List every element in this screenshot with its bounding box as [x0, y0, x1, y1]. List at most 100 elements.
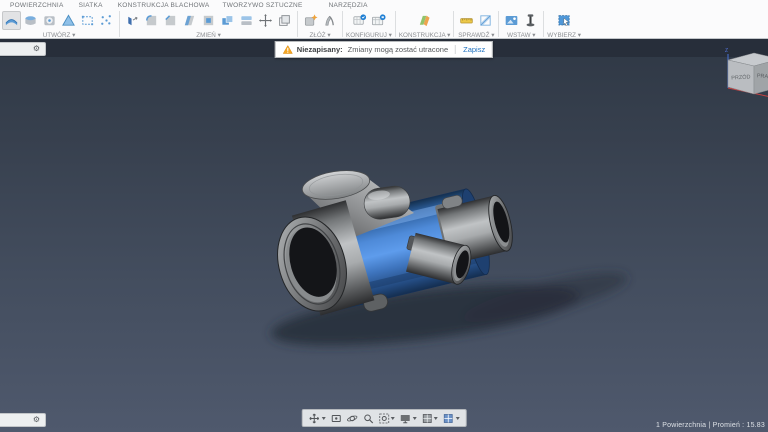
mesh-points-button[interactable] [97, 11, 116, 30]
gear-icon: ⚙ [33, 45, 40, 53]
chamfer-button[interactable] [161, 11, 180, 30]
ribbon-group-konstrukcja: KONSTRUKCJA ▾ [399, 10, 450, 39]
group-label-wstaw[interactable]: WSTAW ▾ [507, 32, 535, 39]
viewcube[interactable]: Z X PRZÓD PRAWO [724, 46, 768, 110]
cad-application-window: POWIERZCHNIA SIATKA KONSTRUKCJA BLACHOWA… [0, 0, 768, 432]
move-icon [258, 13, 273, 28]
surface-revolve-icon [42, 13, 57, 28]
fit-button[interactable] [376, 411, 397, 425]
group-label-zloz[interactable]: ZŁÓŻ ▾ [309, 32, 330, 39]
joint-icon [322, 13, 337, 28]
ribbon-divider [342, 11, 343, 37]
ribbon-icon-row: UTWÓRZ ▾ ZMIEŃ ▾ [0, 10, 768, 39]
chevron-down-icon [455, 417, 459, 420]
decal-button[interactable] [521, 11, 540, 30]
viewports-button[interactable] [441, 411, 462, 425]
display-settings-icon [400, 413, 411, 424]
section-analysis-button[interactable] [476, 11, 495, 30]
press-pull-button[interactable] [123, 11, 142, 30]
tab-siatka[interactable]: SIATKA [79, 2, 103, 9]
configure-icon [352, 13, 367, 28]
warning-icon [283, 45, 293, 54]
group-label-konstrukcja[interactable]: KONSTRUKCJA ▾ [399, 32, 450, 39]
pan-button[interactable] [307, 411, 328, 425]
viewcube-front-label: PRZÓD [731, 73, 751, 81]
chevron-down-icon [412, 417, 416, 420]
measure-button[interactable] [457, 11, 476, 30]
construction-plane-button[interactable] [415, 11, 434, 30]
timeline-panel-toggle[interactable]: ⚙ [0, 413, 46, 427]
mesh-region-icon [80, 13, 95, 28]
fillet-button[interactable] [142, 11, 161, 30]
group-label-zmien[interactable]: ZMIEŃ ▾ [196, 32, 221, 39]
ribbon-group-wybierz: WYBIERZ ▾ [547, 10, 581, 39]
tab-narzedzia[interactable]: NARZĘDZIA [329, 2, 368, 9]
surface-revolve-button[interactable] [40, 11, 59, 30]
zoom-icon [362, 413, 373, 424]
insert-image-button[interactable] [502, 11, 521, 30]
look-at-button[interactable] [328, 411, 343, 425]
save-link[interactable]: Zapisz [463, 45, 485, 54]
combine-icon [220, 13, 235, 28]
select-button[interactable] [555, 11, 574, 30]
joint-button[interactable] [320, 11, 339, 30]
group-label-sprawdz[interactable]: SPRAWDŹ ▾ [458, 32, 494, 39]
combine-button[interactable] [218, 11, 237, 30]
orbit-icon [346, 413, 357, 424]
pattern-button[interactable] [275, 11, 294, 30]
group-label-utworz[interactable]: UTWÓRZ ▾ [43, 32, 76, 39]
move-button[interactable] [256, 11, 275, 30]
browser-panel-toggle[interactable]: ⚙ [0, 42, 46, 56]
surface-extrude-icon [23, 13, 38, 28]
surface-patch-icon [4, 13, 19, 28]
mesh-region-button[interactable] [78, 11, 97, 30]
navigation-bar [302, 409, 467, 427]
grid-snaps-button[interactable] [419, 411, 440, 425]
press-pull-icon [125, 13, 140, 28]
chamfer-icon [163, 13, 178, 28]
viewport-3d[interactable]: ⚙ Niezapisany: Zmiany mogą zostać utraco… [0, 38, 768, 432]
decal-icon [523, 13, 538, 28]
mesh-points-icon [99, 13, 114, 28]
ribbon-group-zloz: ZŁÓŻ ▾ [301, 10, 339, 39]
mesh-triangle-icon [61, 13, 76, 28]
group-label-wybierz[interactable]: WYBIERZ ▾ [547, 32, 581, 39]
configure-button[interactable] [350, 11, 369, 30]
fillet-icon [144, 13, 159, 28]
model-pipe-fitting[interactable] [0, 38, 768, 432]
section-analysis-icon [478, 13, 493, 28]
surface-patch-button[interactable] [2, 11, 21, 30]
construction-plane-icon [417, 13, 432, 28]
split-body-button[interactable] [237, 11, 256, 30]
selection-status: 1 Powierzchnia | Promień : 15.83 [656, 422, 765, 429]
new-component-button[interactable] [301, 11, 320, 30]
orbit-button[interactable] [344, 411, 359, 425]
ribbon-divider [395, 11, 396, 37]
ribbon-group-zmien: ZMIEŃ ▾ [123, 10, 294, 39]
ribbon-toolbar: POWIERZCHNIA SIATKA KONSTRUKCJA BLACHOWA… [0, 0, 768, 39]
split-body-icon [239, 13, 254, 28]
configuration-table-button[interactable] [369, 11, 388, 30]
chevron-down-icon [434, 417, 438, 420]
zoom-button[interactable] [360, 411, 375, 425]
configuration-table-icon [371, 13, 386, 28]
warning-label: Niezapisany: [297, 45, 343, 54]
ribbon-divider [119, 11, 120, 37]
tab-powierzchnia[interactable]: POWIERZCHNIA [10, 2, 64, 9]
select-icon [557, 13, 572, 28]
viewcube-cube[interactable]: PRZÓD PRAWO [728, 53, 768, 94]
group-label-konfiguruj[interactable]: KONFIGURUJ ▾ [346, 32, 392, 39]
display-settings-button[interactable] [398, 411, 419, 425]
tab-tworzywo-sztuczne[interactable]: TWORZYWO SZTUCZNE [223, 2, 303, 9]
chevron-down-icon [391, 417, 395, 420]
viewcube-z-label: Z [725, 48, 728, 54]
new-component-icon [303, 13, 318, 28]
warning-message: Zmiany mogą zostać utracone [348, 45, 448, 54]
mesh-triangle-button[interactable] [59, 11, 78, 30]
surface-extrude-button[interactable] [21, 11, 40, 30]
ribbon-divider [498, 11, 499, 37]
draft-button[interactable] [180, 11, 199, 30]
tab-konstrukcja-blachowa[interactable]: KONSTRUKCJA BLACHOWA [118, 2, 210, 9]
ribbon-divider [543, 11, 544, 37]
offset-face-button[interactable] [199, 11, 218, 30]
